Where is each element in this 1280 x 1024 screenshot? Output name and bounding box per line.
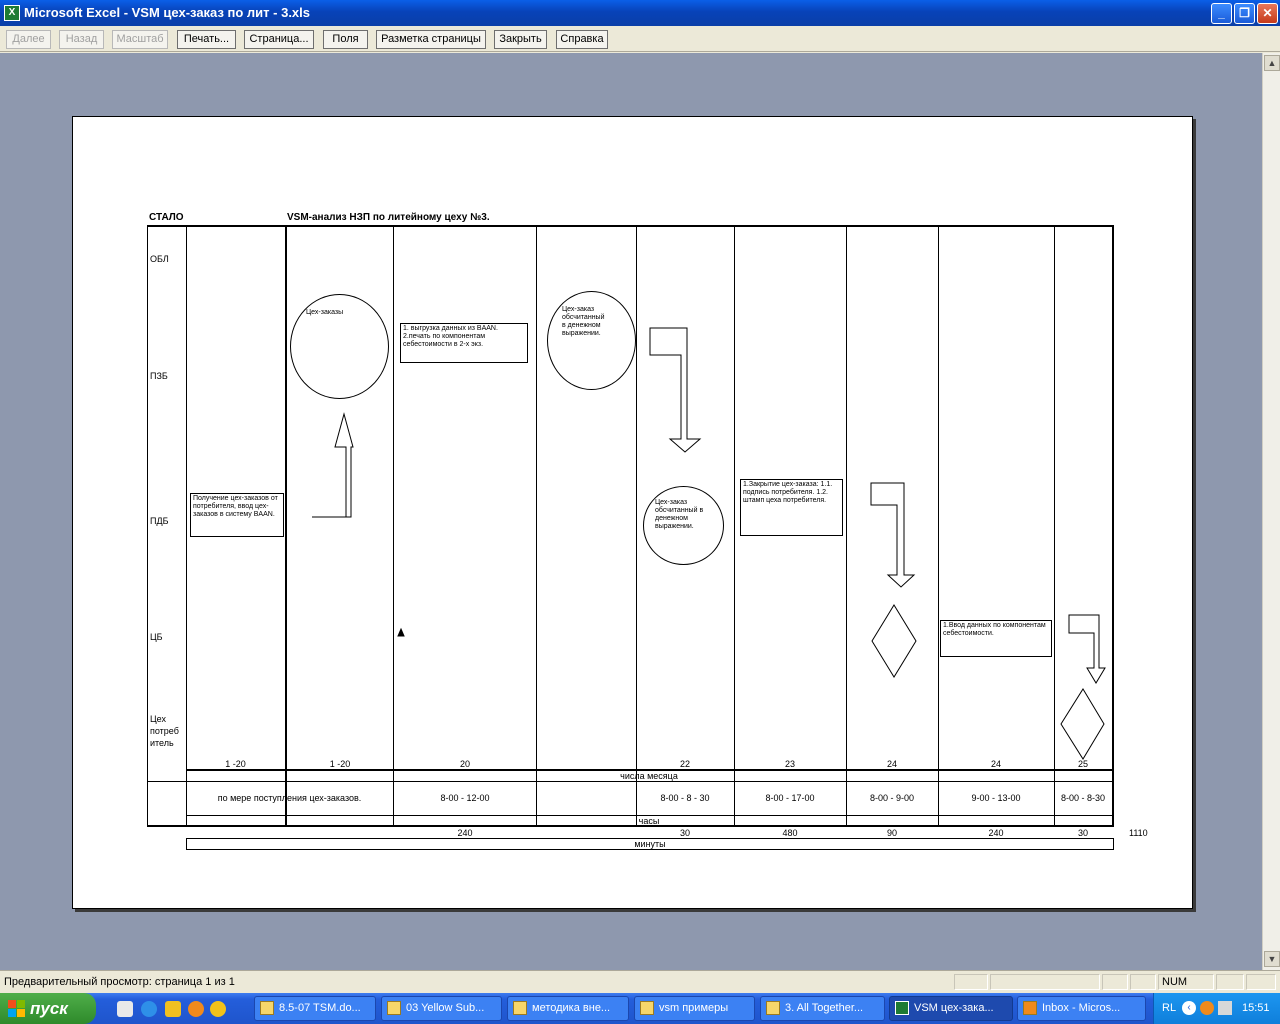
taskbar-item[interactable]: 3. All Together...: [760, 996, 885, 1021]
close-button[interactable]: ✕: [1257, 3, 1278, 24]
status-cell: [990, 974, 1100, 990]
outlook-icon: [1023, 1001, 1037, 1015]
status-cell: [1246, 974, 1276, 990]
hours-cell: 9-00 - 13-00: [971, 793, 1021, 803]
status-bar: Предварительный просмотр: страница 1 из …: [0, 970, 1280, 992]
status-cell: [1130, 974, 1156, 990]
ie-icon[interactable]: [141, 1001, 157, 1017]
folder-icon: [640, 1001, 654, 1015]
date-cell: 23: [784, 759, 795, 769]
hours-cell: по мере поступления цех-заказов.: [217, 793, 362, 803]
taskbar: пуск 8.5-07 TSM.do... 03 Yellow Sub... м…: [0, 993, 1280, 1024]
system-tray: RL ‹ 15:51: [1153, 993, 1280, 1024]
taskbar-item[interactable]: методика вне...: [507, 996, 629, 1021]
folder-icon: [513, 1001, 527, 1015]
folder-icon: [387, 1001, 401, 1015]
minutes-cell: 480: [782, 828, 798, 838]
hours-label: часы: [638, 816, 660, 826]
minimize-button[interactable]: _: [1211, 3, 1232, 24]
down-arrow-1: [649, 327, 702, 453]
zoom-button[interactable]: Масштаб: [112, 30, 168, 49]
date-cell: 22: [679, 759, 690, 769]
minutes-cell: 30: [679, 828, 690, 838]
title-bar: X Microsoft Excel - VSM цех-заказ по лит…: [0, 0, 1280, 26]
taskbar-item-active[interactable]: VSM цех-зака...: [889, 996, 1013, 1021]
minutes-label: минуты: [634, 839, 666, 849]
hours-cell: 8-00 - 9-00: [869, 793, 915, 803]
start-button[interactable]: пуск: [0, 993, 96, 1024]
minutes-cell: 240: [988, 828, 1004, 838]
help-button[interactable]: Справка: [556, 30, 608, 49]
close-preview-button[interactable]: Закрыть: [494, 30, 547, 49]
flow-shapes: [312, 327, 1106, 760]
next-page-button[interactable]: Далее: [6, 30, 51, 49]
language-indicator[interactable]: RL: [1162, 1002, 1176, 1014]
minutes-cell: 30: [1077, 828, 1088, 838]
num-lock-indicator: NUM: [1158, 974, 1214, 990]
status-cell: [954, 974, 988, 990]
taskbar-item[interactable]: 8.5-07 TSM.do...: [254, 996, 376, 1021]
minutes-total: 1110: [1129, 828, 1148, 838]
previous-page-button[interactable]: Назад: [59, 30, 104, 49]
page-setup-button[interactable]: Страница...: [244, 30, 314, 49]
small-marker: [397, 627, 405, 637]
print-preview-toolbar: Далее Назад Масштаб Печать... Страница..…: [0, 26, 1280, 52]
excel-icon[interactable]: X: [4, 5, 20, 21]
decision-diamond-2: [1060, 688, 1105, 760]
window-title: Microsoft Excel - VSM цех-заказ по лит -…: [24, 5, 311, 20]
desktop-icon[interactable]: [117, 1001, 133, 1017]
date-cell: 20: [459, 759, 470, 769]
preview-area: СТАЛО VSM-анализ НЗП по литейному цеху №…: [0, 53, 1262, 970]
hours-cell: 8-00 - 17-00: [765, 793, 815, 803]
vertical-scrollbar[interactable]: ▲ ▼: [1262, 53, 1280, 970]
print-button[interactable]: Печать...: [177, 30, 236, 49]
minutes-cell: 240: [457, 828, 473, 838]
excel-icon: [895, 1001, 909, 1015]
date-cell: 24: [886, 759, 897, 769]
word-doc-icon: [260, 1001, 274, 1015]
minutes-cell: 90: [886, 828, 897, 838]
scroll-down-icon[interactable]: ▼: [1264, 951, 1280, 967]
windows-logo-icon: [8, 1000, 25, 1017]
hours-cell: 8-00 - 8 - 30: [660, 793, 710, 803]
status-cell: [1102, 974, 1128, 990]
tray-app-icon[interactable]: [1200, 1001, 1214, 1015]
clock: 15:51: [1242, 1002, 1270, 1014]
clock-app-icon[interactable]: [188, 1001, 204, 1017]
decision-diamond-1: [871, 604, 917, 678]
network-icon[interactable]: [1218, 1001, 1232, 1015]
date-cell: 1 -20: [225, 759, 246, 769]
media-player-icon[interactable]: [210, 1001, 226, 1017]
date-cell: 25: [1077, 759, 1088, 769]
pdf-icon: [766, 1001, 780, 1015]
page-sheet: СТАЛО VSM-анализ НЗП по литейному цеху №…: [72, 116, 1193, 909]
down-arrow-2: [870, 482, 916, 588]
dates-label: числа месяца: [620, 771, 678, 781]
app-icon[interactable]: [165, 1001, 181, 1017]
status-cell: [1216, 974, 1244, 990]
hours-cell: 8-00 - 8-30: [1060, 793, 1106, 803]
scroll-up-icon[interactable]: ▲: [1264, 55, 1280, 71]
up-arrow: [312, 412, 354, 518]
tray-expand-icon[interactable]: ‹: [1182, 1001, 1196, 1015]
page-break-preview-button[interactable]: Разметка страницы: [376, 30, 486, 49]
status-text: Предварительный просмотр: страница 1 из …: [4, 976, 235, 988]
date-cell: 24: [990, 759, 1001, 769]
taskbar-item[interactable]: Inbox - Micros...: [1017, 996, 1146, 1021]
taskbar-item[interactable]: 03 Yellow Sub...: [381, 996, 502, 1021]
margins-button[interactable]: Поля: [323, 30, 368, 49]
start-label: пуск: [30, 999, 68, 1018]
taskbar-item[interactable]: vsm примеры: [634, 996, 755, 1021]
hours-cell: 8-00 - 12-00: [440, 793, 490, 803]
maximize-button[interactable]: ❐: [1234, 3, 1255, 24]
minutes-label-cell: минуты: [186, 838, 1114, 850]
date-cell: 1 -20: [329, 759, 351, 769]
down-arrow-3: [1068, 614, 1106, 684]
